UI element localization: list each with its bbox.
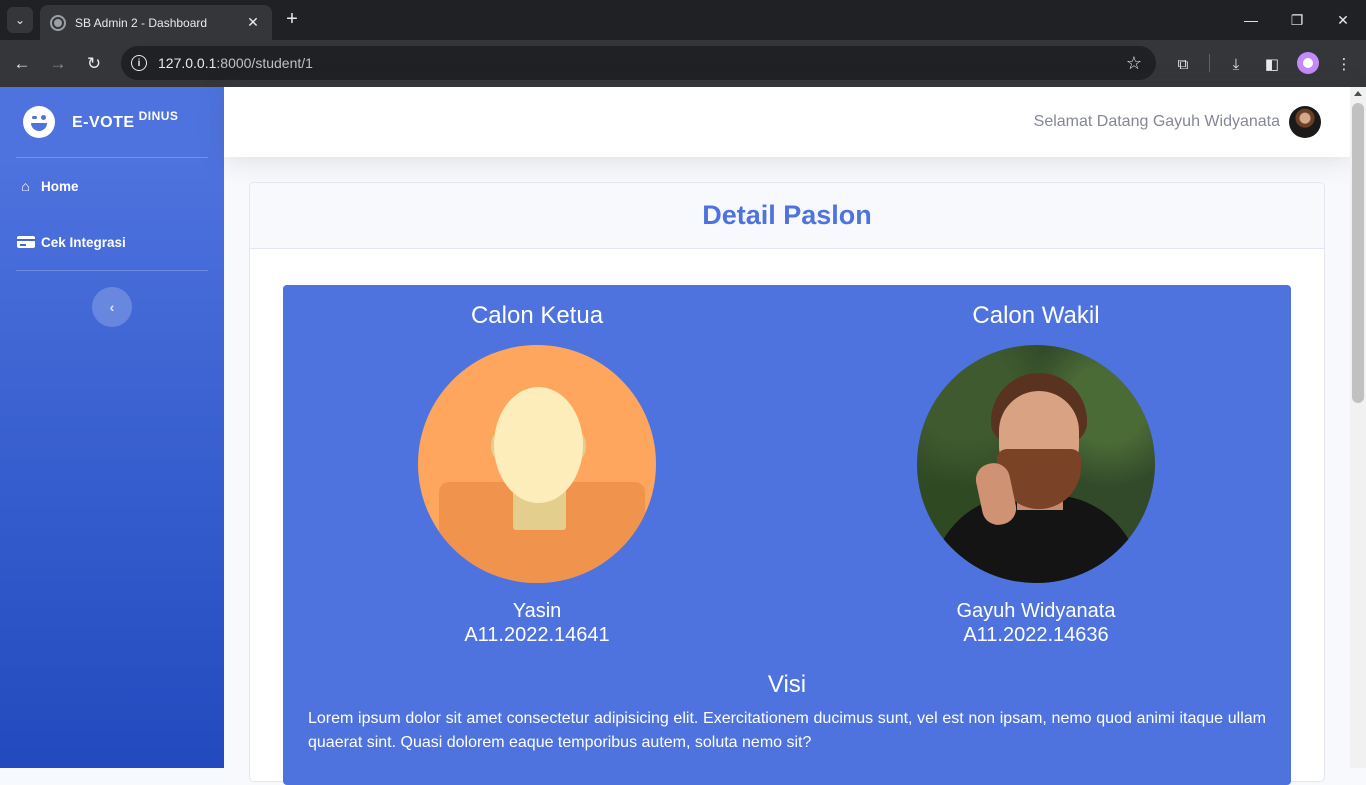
card-header: Detail Paslon	[250, 183, 1324, 249]
reload-button[interactable]: ↻	[80, 50, 108, 78]
download-icon[interactable]: ⤓	[1224, 52, 1248, 76]
page-title: Detail Paslon	[702, 200, 872, 230]
browser-toolbar: ← → ↻ i 127.0.0.1:8000/student/1 ☆ ⧉ ⤓ ◧…	[0, 40, 1366, 87]
home-icon: ⌂	[21, 178, 30, 194]
side-panel-icon[interactable]: ◧	[1260, 52, 1284, 76]
address-bar[interactable]: i 127.0.0.1:8000/student/1 ☆	[121, 46, 1156, 80]
calon-wakil-nim: A11.2022.14636	[963, 624, 1109, 646]
calon-ketua-photo	[418, 345, 656, 583]
new-tab-button[interactable]: +	[280, 8, 304, 32]
calon-ketua-nim: A11.2022.14641	[464, 624, 610, 646]
calon-ketua-column: Calon Ketua Yasin A11.2022.14641	[287, 285, 787, 647]
bookmark-star-icon[interactable]: ☆	[1126, 53, 1142, 74]
visi-text: Lorem ipsum dolor sit amet consectetur a…	[308, 710, 1266, 751]
calon-wakil-name: Gayuh Widyanata	[956, 600, 1116, 622]
sidebar-item-home[interactable]: ⌂ Home	[0, 158, 224, 214]
calon-wakil-heading: Calon Wakil	[972, 302, 1100, 329]
detail-card: Detail Paslon Calon Ketua Yasin A11.2022…	[249, 182, 1325, 785]
browser-chrome: ⌄ SB Admin 2 - Dashboard ✕ + — ❐ ✕ ← → ↻…	[0, 0, 1366, 87]
menu-kebab-icon[interactable]: ⋮	[1332, 52, 1356, 76]
paslon-panel: Calon Ketua Yasin A11.2022.14641 Calon W…	[283, 285, 1291, 785]
user-avatar[interactable]	[1289, 106, 1321, 138]
sidebar-item-label: Home	[41, 178, 79, 194]
restore-button[interactable]: ❐	[1274, 0, 1320, 40]
extensions-icon[interactable]: ⧉	[1171, 52, 1195, 76]
page-scrollbar[interactable]	[1350, 87, 1366, 768]
url-text: 127.0.0.1:8000/student/1	[158, 55, 313, 71]
forward-button[interactable]: →	[44, 50, 72, 78]
topbar: Selamat Datang Gayuh Widyanata	[224, 87, 1350, 157]
tab-search-button[interactable]: ⌄	[7, 7, 33, 33]
sidebar: E-VOTE DINUS ⌂ Home Cek Integrasi ‹	[0, 87, 224, 768]
globe-icon	[50, 14, 66, 31]
visi-heading: Visi	[767, 671, 807, 698]
tab-strip: ⌄ SB Admin 2 - Dashboard ✕ + — ❐ ✕	[0, 0, 1366, 40]
brand-text: E-VOTE DINUS	[72, 109, 179, 131]
site-info-icon[interactable]: i	[131, 55, 147, 71]
sidebar-item-label: Cek Integrasi	[41, 234, 126, 250]
sidebar-divider	[16, 270, 208, 271]
welcome-text[interactable]: Selamat Datang Gayuh Widyanata	[1034, 113, 1280, 131]
calon-wakil-column: Calon Wakil Gayuh Widyanata A11.2022.146…	[786, 285, 1286, 647]
browser-tab[interactable]: SB Admin 2 - Dashboard ✕	[40, 5, 272, 40]
calon-wakil-photo	[917, 345, 1155, 583]
tab-title: SB Admin 2 - Dashboard	[75, 15, 208, 30]
laugh-wink-icon	[23, 106, 55, 138]
scroll-up-arrow-icon[interactable]	[1354, 91, 1362, 96]
sidebar-brand[interactable]: E-VOTE DINUS	[0, 87, 224, 157]
back-button[interactable]: ←	[8, 50, 36, 78]
sidebar-item-cek-integrasi[interactable]: Cek Integrasi	[0, 214, 224, 270]
id-card-icon	[16, 235, 35, 249]
close-window-button[interactable]: ✕	[1320, 0, 1366, 40]
minimize-button[interactable]: —	[1228, 0, 1274, 40]
calon-ketua-name: Yasin	[512, 600, 562, 622]
close-tab-icon[interactable]: ✕	[244, 14, 262, 31]
profile-avatar[interactable]	[1297, 52, 1319, 74]
calon-ketua-heading: Calon Ketua	[470, 302, 604, 329]
scroll-thumb[interactable]	[1352, 103, 1364, 403]
toolbar-divider	[1209, 54, 1210, 72]
sidebar-toggle-button[interactable]: ‹	[92, 287, 132, 327]
